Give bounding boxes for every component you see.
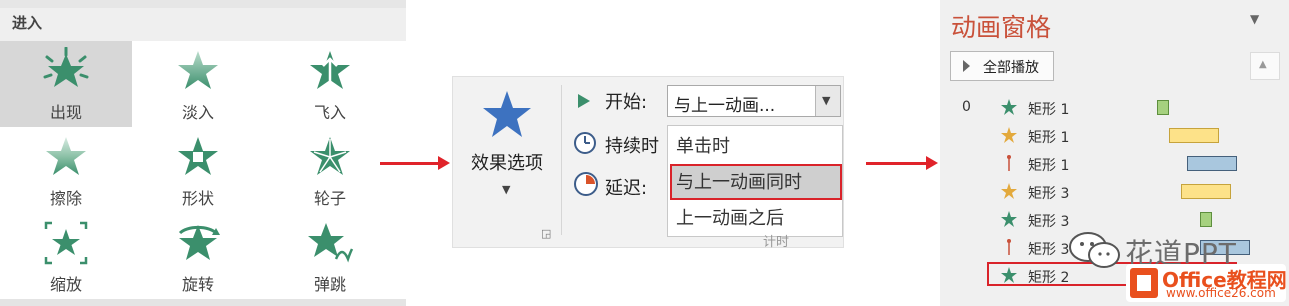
arrow-head-icon xyxy=(438,156,450,170)
item-name: 矩形 3 xyxy=(1028,242,1070,258)
play-all-label: 全部播放 xyxy=(983,60,1039,76)
item-name: 矩形 1 xyxy=(1028,158,1070,174)
star-fade-icon xyxy=(178,51,218,89)
gallery-bottom-strip xyxy=(0,299,406,306)
item-number: 0 xyxy=(962,99,971,115)
star-shape-icon xyxy=(178,137,218,175)
pane-title: 动画窗格 xyxy=(951,13,1052,42)
option-on-click[interactable]: 单击时 xyxy=(676,132,730,158)
effect-zoom[interactable]: 缩放 xyxy=(0,213,132,299)
animation-item[interactable]: 矩形 1 xyxy=(940,152,1289,178)
item-name: 矩形 3 xyxy=(1028,214,1070,230)
animation-item[interactable]: 矩形 3 xyxy=(940,180,1289,206)
gold-star-icon xyxy=(1001,183,1017,199)
play-icon xyxy=(963,60,970,72)
chevron-up-icon: ▲ xyxy=(1259,59,1267,70)
entrance-gallery: 进入 出现 淡入 飞入 擦除 形状 轮子 缩放 旋转 弹跳 xyxy=(0,0,406,306)
effect-appear[interactable]: 出现 xyxy=(0,41,132,127)
animation-item[interactable]: 0 矩形 1 xyxy=(940,96,1289,122)
watermark-url: www.office26.com xyxy=(1166,286,1276,300)
effect-label: 擦除 xyxy=(49,189,82,208)
motion-path-icon xyxy=(1007,239,1011,255)
effect-label: 飞入 xyxy=(313,103,346,122)
green-star-icon xyxy=(1001,211,1017,227)
star-wheel-icon xyxy=(310,137,350,175)
start-label: 开始: xyxy=(605,92,648,113)
star-bounce-icon xyxy=(308,223,354,263)
item-name: 矩形 3 xyxy=(1028,186,1070,202)
timeline-bar[interactable] xyxy=(1200,212,1212,227)
effect-options-star-icon xyxy=(483,91,531,137)
motion-path-icon xyxy=(1007,155,1011,171)
timing-group-label: 计时 xyxy=(763,235,790,250)
play-all-button[interactable]: 全部播放 xyxy=(950,51,1054,81)
delay-icon xyxy=(574,172,598,196)
flow-arrow-2 xyxy=(866,162,928,165)
dialog-launcher-icon[interactable]: ◲ xyxy=(541,227,551,240)
gallery-title: 进入 xyxy=(12,14,43,32)
gold-star-icon xyxy=(1001,127,1017,143)
timeline-bar[interactable] xyxy=(1181,184,1231,199)
effect-fade[interactable]: 淡入 xyxy=(132,41,264,127)
wechat-icon xyxy=(1069,232,1120,268)
effect-label: 出现 xyxy=(49,103,82,122)
clock-icon xyxy=(574,132,596,154)
star-wipe-icon xyxy=(46,137,86,175)
item-name: 矩形 1 xyxy=(1028,102,1070,118)
arrow-head-icon xyxy=(926,156,938,170)
timeline-bar[interactable] xyxy=(1187,156,1237,171)
timeline-bar[interactable] xyxy=(1157,100,1169,115)
chevron-down-icon: ▼ xyxy=(822,94,831,107)
effect-bounce[interactable]: 弹跳 xyxy=(264,213,396,299)
flow-arrow-1 xyxy=(380,162,440,165)
green-star-icon xyxy=(1001,99,1017,115)
scroll-up-button[interactable]: ▲ xyxy=(1250,52,1280,80)
delay-label: 延迟: xyxy=(605,178,648,199)
chevron-down-icon[interactable]: ▼ xyxy=(1250,12,1259,26)
option-after-previous[interactable]: 上一动画之后 xyxy=(676,204,784,230)
ribbon-divider xyxy=(561,85,562,235)
dropdown-button[interactable]: ▼ xyxy=(815,86,840,116)
star-zoom-icon xyxy=(44,221,88,265)
office-logo-icon xyxy=(1130,268,1158,298)
item-name: 矩形 1 xyxy=(1028,130,1070,146)
effect-spin[interactable]: 旋转 xyxy=(132,213,264,299)
animation-item[interactable]: 矩形 1 xyxy=(940,124,1289,150)
gallery-titlebar xyxy=(0,8,406,42)
play-icon xyxy=(578,94,590,108)
effect-wheel[interactable]: 轮子 xyxy=(264,127,396,213)
chevron-down-icon[interactable]: ▼ xyxy=(502,183,510,196)
effect-label: 旋转 xyxy=(181,275,214,294)
option-with-previous[interactable]: 与上一动画同时 xyxy=(676,168,802,194)
effect-shape[interactable]: 形状 xyxy=(132,127,264,213)
start-dropdown[interactable]: 与上一动画... ▼ xyxy=(667,85,841,117)
start-value: 与上一动画... xyxy=(674,96,776,116)
timing-ribbon: 效果选项 ▼ ◲ 开始: 与上一动画... ▼ 持续时 延迟: 单击时 与上一动… xyxy=(452,76,844,250)
effect-label: 弹跳 xyxy=(313,275,346,294)
duration-label: 持续时 xyxy=(605,136,659,157)
effect-label: 形状 xyxy=(181,189,214,208)
effect-wipe[interactable]: 擦除 xyxy=(0,127,132,213)
timeline-bar[interactable] xyxy=(1169,128,1219,143)
star-burst-icon xyxy=(43,47,89,87)
effect-fly-in[interactable]: 飞入 xyxy=(264,41,396,127)
effect-label: 缩放 xyxy=(49,275,82,294)
start-options-menu: 单击时 与上一动画同时 上一动画之后 xyxy=(667,125,843,237)
effect-label: 轮子 xyxy=(313,189,346,208)
star-fly-in-icon xyxy=(310,51,350,89)
effect-label: 淡入 xyxy=(181,103,214,122)
effect-options-button[interactable]: 效果选项 xyxy=(457,149,557,175)
star-rotate-icon xyxy=(178,225,220,260)
effect-grid: 出现 淡入 飞入 擦除 形状 轮子 缩放 旋转 弹跳 xyxy=(0,41,406,299)
